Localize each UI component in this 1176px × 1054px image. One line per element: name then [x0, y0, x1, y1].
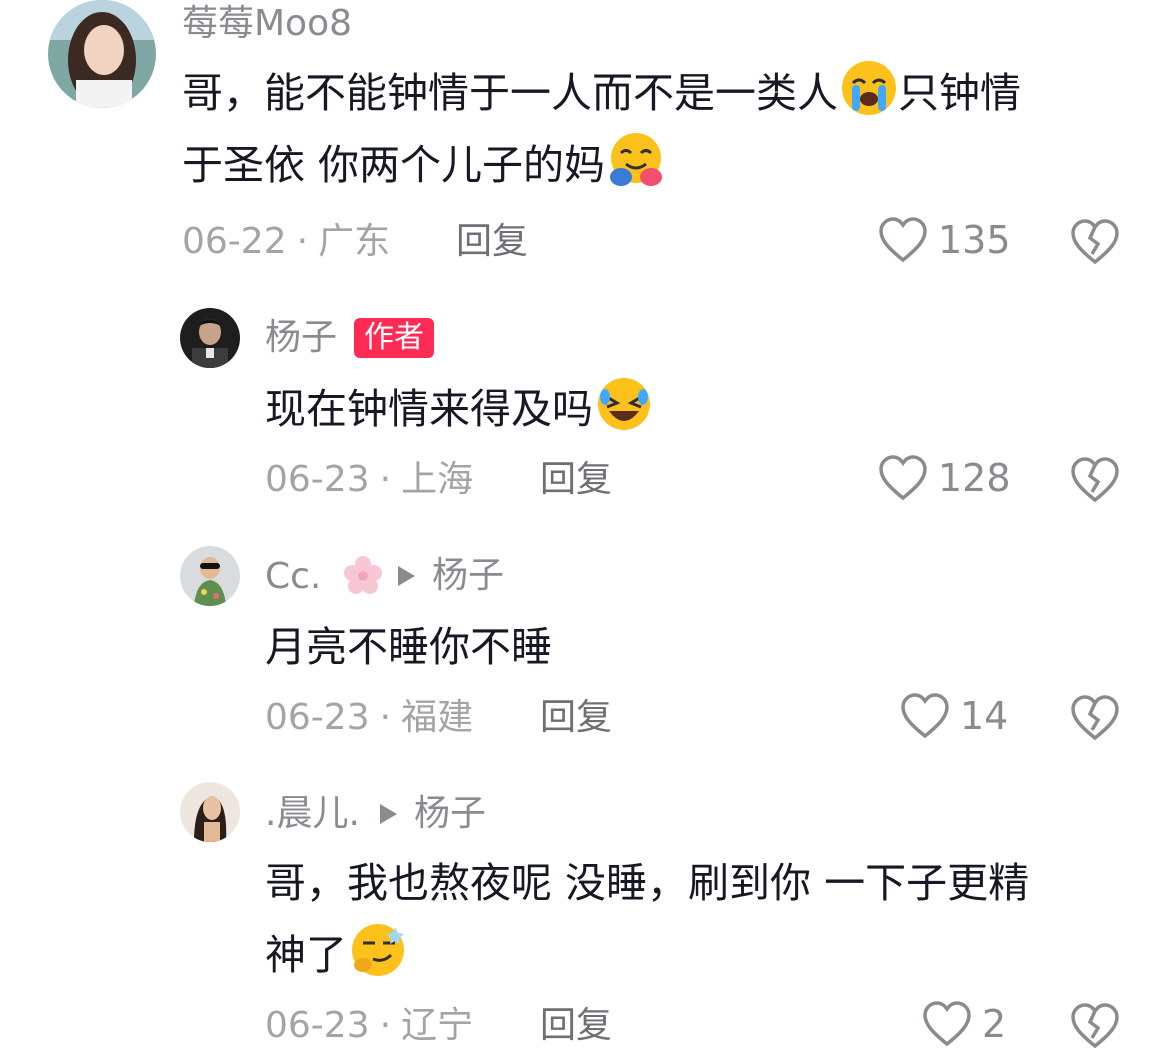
broken-heart-icon — [1071, 1003, 1119, 1049]
reply-arrow-icon — [380, 804, 397, 824]
reply-to-username[interactable]: 杨子 — [432, 554, 504, 598]
comment-meta: 06-23 · 福建 — [265, 697, 474, 738]
like-count: 14 — [960, 694, 1009, 738]
reply-arrow-icon — [398, 566, 415, 586]
like-button[interactable]: 128 — [878, 454, 1011, 502]
reply-button[interactable]: 回复 — [540, 458, 612, 502]
avatar[interactable] — [180, 782, 240, 842]
broken-heart-icon — [1071, 695, 1119, 741]
comment-4: .晨儿. 杨子 哥，我也熬夜呢 没睡，刷到你 一下子更精 神了 06-23 · 辽宁… — [0, 778, 1176, 1050]
comment-text: 哥，能不能钟情于一人而不是一类人 只钟情 — [182, 58, 1021, 128]
username[interactable]: 莓莓Moo8 — [182, 2, 352, 46]
smiling-face-with-hearts-hug-emoji — [610, 133, 663, 186]
comment-text-line-2: 于圣依 你两个儿子的妈 — [182, 130, 665, 200]
author-badge: 作者 — [354, 318, 434, 358]
comment-meta: 06-23 · 上海 — [265, 459, 474, 500]
like-button[interactable]: 2 — [922, 1000, 1006, 1048]
thinking-smirk-face-emoji — [352, 924, 404, 976]
heart-outline-icon — [879, 217, 927, 263]
heart-outline-icon — [879, 455, 927, 501]
comment-location: 福建 — [401, 697, 474, 738]
dislike-button[interactable] — [1070, 1002, 1120, 1054]
avatar[interactable] — [180, 308, 240, 368]
broken-heart-icon — [1071, 219, 1119, 265]
comment-location: 广东 — [318, 221, 391, 262]
comment-text: 哥，我也熬夜呢 没睡，刷到你 一下子更精 — [265, 859, 1030, 907]
reply-to-username[interactable]: 杨子 — [414, 792, 486, 836]
like-count: 2 — [982, 1002, 1007, 1046]
dislike-button[interactable] — [1070, 218, 1120, 270]
username[interactable]: 杨子 — [265, 316, 337, 360]
heart-outline-icon — [901, 693, 949, 739]
comment-date: 06-23 — [265, 697, 370, 738]
comment-meta: 06-22 · 广东 — [182, 221, 391, 262]
comment-date: 06-22 — [182, 221, 287, 262]
comment-location: 辽宁 — [401, 1005, 474, 1046]
avatar[interactable] — [48, 0, 156, 108]
heart-outline-icon — [923, 1001, 971, 1047]
like-count: 135 — [938, 218, 1011, 262]
like-button[interactable]: 14 — [900, 692, 1008, 740]
dislike-button[interactable] — [1070, 456, 1120, 508]
comment-date: 06-23 — [265, 459, 370, 500]
comment-text: 现在钟情来得及吗 — [265, 374, 653, 444]
comment-text-line-2: 神了 — [265, 920, 407, 990]
comment-1: 莓莓Moo8 哥，能不能钟情于一人而不是一类人 只钟情 于圣依 你两个儿子的妈 0… — [0, 0, 1176, 290]
broken-heart-icon — [1071, 457, 1119, 503]
comment-location: 上海 — [401, 459, 474, 500]
reply-button[interactable]: 回复 — [540, 1004, 612, 1048]
dislike-button[interactable] — [1070, 694, 1120, 746]
reply-button[interactable]: 回复 — [540, 696, 612, 740]
rolling-on-floor-laughing-emoji — [598, 378, 650, 430]
username[interactable]: .晨儿. — [265, 792, 360, 836]
like-count: 128 — [938, 456, 1011, 500]
comment-text: 月亮不睡你不睡 — [265, 623, 552, 671]
comment-3: Cc. 杨子 月亮不睡你不睡 06-23 · 福建 回复 14 — [0, 540, 1176, 760]
avatar[interactable] — [180, 546, 240, 606]
cherry-blossom-icon — [343, 556, 382, 594]
comment-meta: 06-23 · 辽宁 — [265, 1005, 474, 1046]
comment-2: 杨子 作者 现在钟情来得及吗 06-23 · 上海 回复 128 — [0, 300, 1176, 520]
reply-button[interactable]: 回复 — [456, 220, 528, 264]
like-button[interactable]: 135 — [878, 216, 1011, 264]
username[interactable]: Cc. — [265, 554, 385, 599]
loudly-crying-face-emoji — [842, 61, 896, 115]
comment-date: 06-23 — [265, 1005, 370, 1046]
